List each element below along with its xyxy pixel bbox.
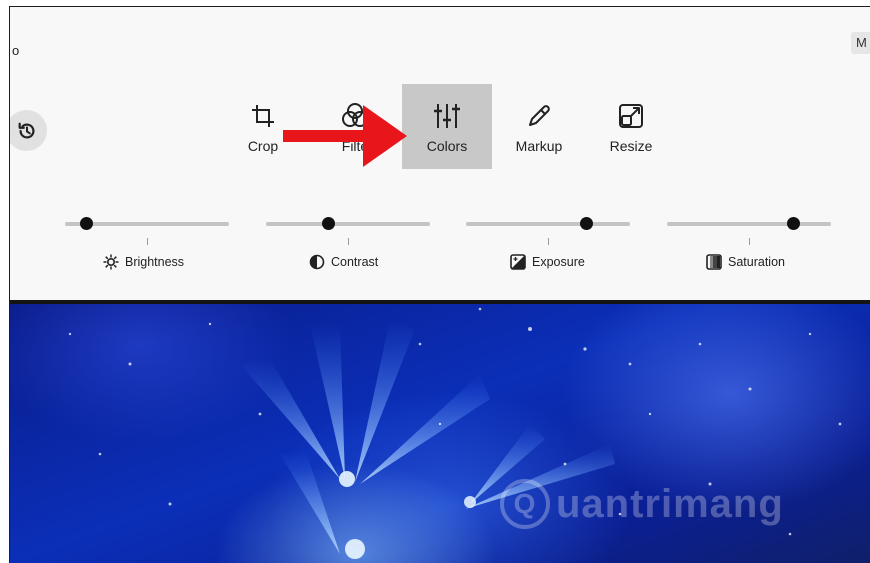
pen-icon — [529, 105, 550, 126]
annotation-arrow — [283, 105, 407, 167]
slider-thumb[interactable] — [80, 217, 94, 230]
watermark: Q uantrimang — [500, 479, 784, 529]
photo-canvas[interactable]: Q uantrimang — [10, 304, 870, 563]
exposure-text: Exposure — [532, 255, 585, 269]
brightness-icon — [103, 254, 119, 270]
contrast-label: Contrast — [309, 254, 378, 270]
history-button[interactable] — [10, 110, 47, 151]
saturation-text: Saturation — [728, 255, 785, 269]
watermark-logo: Q — [500, 479, 550, 529]
tool-colors[interactable]: Colors — [402, 84, 492, 169]
slider-center-tick — [749, 238, 750, 245]
brightness-label: Brightness — [103, 254, 184, 270]
slider-center-tick — [548, 238, 549, 245]
crop-icon — [252, 105, 274, 127]
slider-thumb[interactable] — [787, 217, 801, 230]
tool-markup[interactable]: Markup — [494, 84, 584, 169]
slider-center-tick — [348, 238, 349, 245]
tool-resize[interactable]: Resize — [586, 84, 676, 169]
watermark-text: uantrimang — [556, 481, 784, 526]
exposure-slider[interactable] — [466, 217, 630, 230]
exposure-icon — [510, 254, 526, 270]
saturation-label: Saturation — [706, 254, 785, 270]
brightness-slider[interactable] — [65, 217, 229, 230]
tool-label: Markup — [515, 138, 563, 154]
sliders-icon — [434, 104, 460, 128]
contrast-text: Contrast — [331, 255, 379, 269]
brightness-text: Brightness — [125, 255, 185, 269]
saturation-slider[interactable] — [667, 217, 831, 230]
slider-thumb[interactable] — [322, 217, 336, 230]
tool-label: Crop — [247, 138, 279, 154]
slider-center-tick — [147, 238, 148, 245]
tool-label: Resize — [609, 138, 653, 154]
photo-editor-window: o M Crop Filte Colors Markup Resize Brig… — [9, 6, 870, 563]
exposure-label: Exposure — [510, 254, 585, 270]
saturation-icon — [706, 254, 722, 270]
contrast-icon — [309, 254, 325, 270]
slider-thumb[interactable] — [579, 217, 593, 230]
contrast-slider[interactable] — [266, 217, 430, 230]
history-icon — [18, 122, 34, 138]
resize-icon — [619, 104, 643, 128]
tool-label: Colors — [426, 138, 468, 154]
corner-menu-button[interactable]: M — [851, 32, 870, 54]
window-title-fragment: o — [12, 43, 20, 58]
